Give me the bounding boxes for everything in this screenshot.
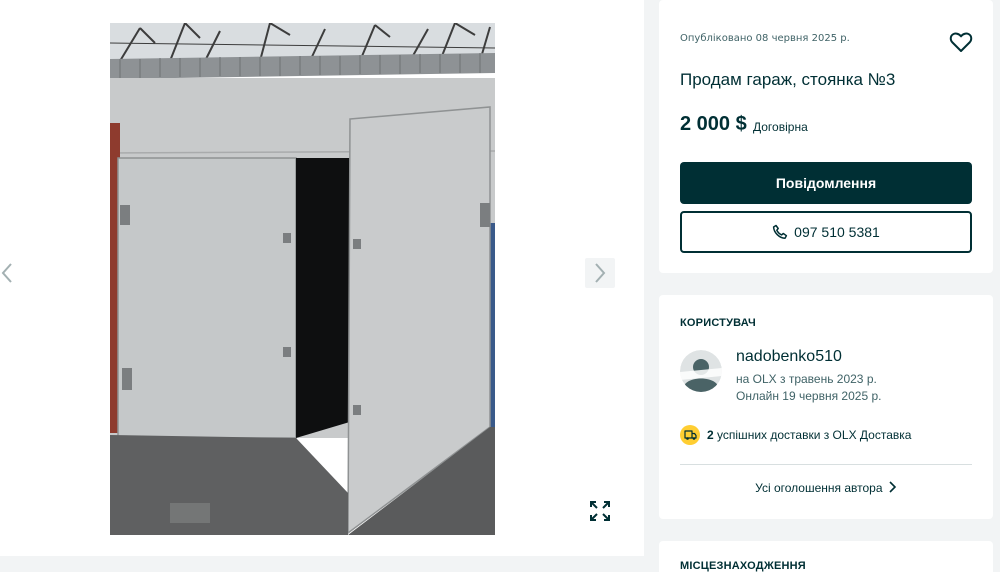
posted-date: Опубліковано 08 червня 2025 р.	[680, 33, 850, 44]
truck-icon	[680, 425, 700, 445]
location-card: МІСЦЕЗНАХОДЖЕННЯ	[659, 541, 993, 572]
gallery-next-button[interactable]	[585, 258, 615, 288]
listing-title: Продам гараж, стоянка №3	[680, 70, 896, 89]
photo-gallery	[0, 0, 644, 556]
location-section-label: МІСЦЕЗНАХОДЖЕННЯ	[680, 560, 806, 572]
member-since: на OLX з травень 2023 р.	[736, 372, 877, 386]
avatar[interactable]	[680, 350, 722, 392]
phone-icon	[773, 224, 788, 240]
user-card: КОРИСТУВАЧ nadobenko510 на OLX з травень…	[659, 295, 993, 519]
delivery-info: 2 успішних доставки з OLX Доставка	[680, 425, 911, 445]
price: 2 000 $	[680, 113, 747, 135]
chevron-right-icon	[595, 263, 606, 283]
divider	[680, 464, 972, 465]
all-ads-link[interactable]: Усі оголошення автора	[659, 481, 993, 495]
last-online: Онлайн 19 червня 2025 р.	[736, 389, 882, 403]
expand-icon	[590, 501, 610, 521]
delivery-count: 2	[707, 428, 714, 442]
listing-photo[interactable]	[110, 23, 495, 535]
username[interactable]: nadobenko510	[736, 348, 842, 366]
gallery-prev-button[interactable]	[0, 258, 22, 288]
chevron-right-icon	[889, 481, 896, 493]
user-section-label: КОРИСТУВАЧ	[680, 317, 756, 329]
heart-icon	[949, 32, 973, 52]
listing-card: Опубліковано 08 червня 2025 р. Продам га…	[659, 0, 993, 273]
negotiable-label: Договірна	[753, 120, 808, 134]
delivery-text: успішних доставки з OLX Доставка	[717, 428, 912, 442]
chevron-left-icon	[1, 263, 12, 283]
message-button[interactable]: Повідомлення	[680, 162, 972, 204]
phone-button[interactable]: 097 510 5381	[680, 211, 972, 253]
favorite-button[interactable]	[949, 30, 973, 54]
all-ads-label: Усі оголошення автора	[755, 481, 883, 495]
fullscreen-button[interactable]	[586, 497, 614, 525]
phone-number: 097 510 5381	[794, 224, 880, 240]
